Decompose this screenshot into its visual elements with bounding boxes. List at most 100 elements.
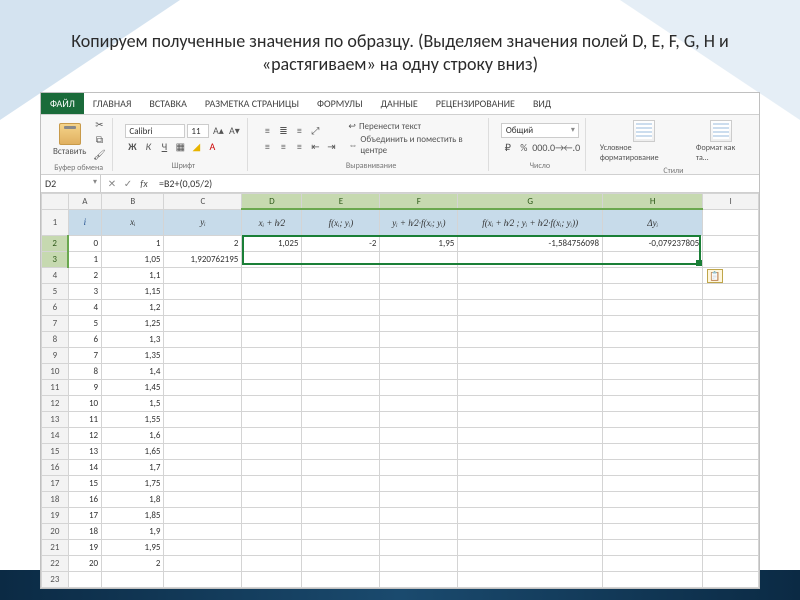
cell[interactable]	[703, 571, 759, 587]
cell[interactable]: 1,15	[102, 283, 164, 299]
fx-icon[interactable]: fx	[137, 176, 151, 190]
cell[interactable]	[242, 251, 302, 267]
tab-home[interactable]: ГЛАВНАЯ	[84, 93, 141, 114]
cell[interactable]: 17	[68, 507, 101, 523]
cell[interactable]: 1,25	[102, 315, 164, 331]
cell[interactable]	[703, 395, 759, 411]
cell[interactable]: 12	[68, 427, 101, 443]
italic-icon[interactable]: К	[141, 140, 155, 154]
cell[interactable]	[302, 491, 380, 507]
cell[interactable]	[458, 315, 603, 331]
cell[interactable]	[703, 331, 759, 347]
cell[interactable]: 20	[68, 555, 101, 571]
cell[interactable]	[380, 491, 458, 507]
cell[interactable]	[302, 315, 380, 331]
cell[interactable]	[164, 507, 242, 523]
cell[interactable]	[380, 507, 458, 523]
copy-icon[interactable]: ⧉	[92, 133, 106, 147]
cell[interactable]: 5	[68, 315, 101, 331]
cell[interactable]: 13	[68, 443, 101, 459]
cell[interactable]	[603, 395, 703, 411]
cell[interactable]	[703, 443, 759, 459]
cell[interactable]	[380, 267, 458, 283]
col-I[interactable]: I	[703, 193, 759, 209]
row-13[interactable]: 13	[42, 411, 69, 427]
cell[interactable]	[302, 443, 380, 459]
tab-view[interactable]: ВИД	[524, 93, 560, 114]
font-size-select[interactable]: 11	[187, 124, 209, 138]
cell[interactable]	[302, 411, 380, 427]
cell[interactable]: 7	[68, 347, 101, 363]
comma-icon[interactable]: 000	[533, 140, 547, 154]
cell[interactable]	[242, 347, 302, 363]
cell[interactable]	[458, 251, 603, 267]
cell[interactable]: 1,2	[102, 299, 164, 315]
wrap-text-button[interactable]: ↩Перенести текст	[348, 121, 481, 132]
cell[interactable]	[242, 315, 302, 331]
cell[interactable]	[603, 251, 703, 267]
cell[interactable]	[703, 251, 759, 267]
row-21[interactable]: 21	[42, 539, 69, 555]
cell[interactable]	[458, 459, 603, 475]
cell[interactable]	[603, 459, 703, 475]
cell[interactable]	[242, 299, 302, 315]
cell[interactable]	[302, 347, 380, 363]
shrink-font-icon[interactable]: A▾	[227, 124, 241, 138]
cell[interactable]	[164, 379, 242, 395]
hdr-xi[interactable]: xᵢ	[102, 209, 164, 235]
cell[interactable]	[458, 379, 603, 395]
col-E[interactable]: E	[302, 193, 380, 209]
row-22[interactable]: 22	[42, 555, 69, 571]
cell[interactable]	[703, 347, 759, 363]
cell[interactable]	[380, 251, 458, 267]
align-mid-icon[interactable]: ≣	[276, 124, 290, 138]
cell[interactable]: 18	[68, 523, 101, 539]
cell[interactable]: 1,75	[102, 475, 164, 491]
align-center-icon[interactable]: ≡	[276, 140, 290, 154]
align-top-icon[interactable]: ≡	[260, 124, 274, 138]
cell[interactable]: 2	[102, 555, 164, 571]
row-14[interactable]: 14	[42, 427, 69, 443]
col-C[interactable]: C	[164, 193, 242, 209]
cell[interactable]	[380, 379, 458, 395]
hdr-yi[interactable]: yᵢ	[164, 209, 242, 235]
tab-file[interactable]: ФАЙЛ	[41, 93, 84, 114]
name-box[interactable]: D2	[41, 175, 101, 192]
number-format-select[interactable]: Общий	[501, 123, 579, 138]
paste-options-button[interactable]	[707, 269, 723, 283]
cell[interactable]: 1,5	[102, 395, 164, 411]
cell[interactable]	[703, 379, 759, 395]
cell[interactable]	[380, 475, 458, 491]
cell[interactable]: 1,025	[242, 235, 302, 251]
cell[interactable]	[603, 539, 703, 555]
hdr-fxhy[interactable]: f(xᵢ + h⁄2 ; yᵢ + h⁄2·f(xᵢ; yᵢ))	[458, 209, 603, 235]
cell[interactable]	[164, 347, 242, 363]
cell[interactable]	[164, 363, 242, 379]
cell[interactable]	[164, 411, 242, 427]
cell[interactable]	[164, 555, 242, 571]
formula-input[interactable]: =B2+(0,05/2)	[155, 175, 759, 192]
cell[interactable]: 1,55	[102, 411, 164, 427]
cell[interactable]	[164, 459, 242, 475]
cell[interactable]	[603, 571, 703, 587]
cell[interactable]: 8	[68, 363, 101, 379]
cell[interactable]	[603, 555, 703, 571]
cell[interactable]	[458, 331, 603, 347]
row-5[interactable]: 5	[42, 283, 69, 299]
cell[interactable]: 10	[68, 395, 101, 411]
cell[interactable]	[164, 331, 242, 347]
cell[interactable]	[302, 395, 380, 411]
cell[interactable]	[302, 251, 380, 267]
cell[interactable]	[380, 299, 458, 315]
cell[interactable]: 14	[68, 459, 101, 475]
select-all-corner[interactable]	[42, 193, 69, 209]
dec-dec-icon[interactable]: ←.0	[565, 140, 579, 154]
cell[interactable]	[242, 459, 302, 475]
cell[interactable]	[302, 555, 380, 571]
formatpainter-icon[interactable]: 🖌	[92, 148, 106, 162]
row-16[interactable]: 16	[42, 459, 69, 475]
cell[interactable]	[242, 331, 302, 347]
cell[interactable]	[458, 491, 603, 507]
cell[interactable]	[380, 315, 458, 331]
cell[interactable]	[164, 539, 242, 555]
